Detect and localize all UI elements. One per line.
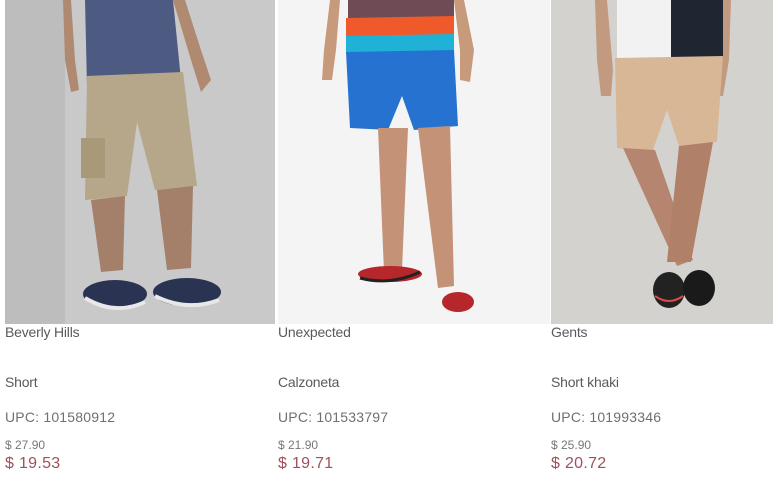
product-upc: UPC: 101580912 (5, 409, 116, 425)
product-upc: UPC: 101993346 (551, 409, 662, 425)
sale-price: $ 19.53 (5, 455, 61, 472)
product-upc: UPC: 101533797 (278, 409, 389, 425)
product-brand[interactable]: Gents (551, 324, 588, 340)
product-name[interactable]: Calzoneta (278, 374, 339, 390)
original-price: $ 25.90 (551, 438, 592, 452)
product-card[interactable]: Gents Short khaki UPC: 101993346 $ 25.90… (551, 0, 773, 472)
product-image[interactable] (5, 0, 275, 324)
product-image[interactable] (551, 0, 773, 324)
product-name[interactable]: Short (5, 374, 38, 390)
product-brand[interactable]: Unexpected (278, 324, 351, 340)
product-name[interactable]: Short khaki (551, 374, 619, 390)
sale-price: $ 20.72 (551, 455, 607, 472)
product-brand[interactable]: Beverly Hills (5, 324, 80, 340)
product-card[interactable]: Unexpected Calzoneta UPC: 101533797 $ 21… (278, 0, 550, 472)
product-card[interactable]: Beverly Hills Short UPC: 101580912 $ 27.… (5, 0, 275, 472)
sale-price: $ 19.71 (278, 455, 334, 472)
product-image[interactable] (278, 0, 550, 324)
original-price: $ 21.90 (278, 438, 319, 452)
original-price: $ 27.90 (5, 438, 46, 452)
